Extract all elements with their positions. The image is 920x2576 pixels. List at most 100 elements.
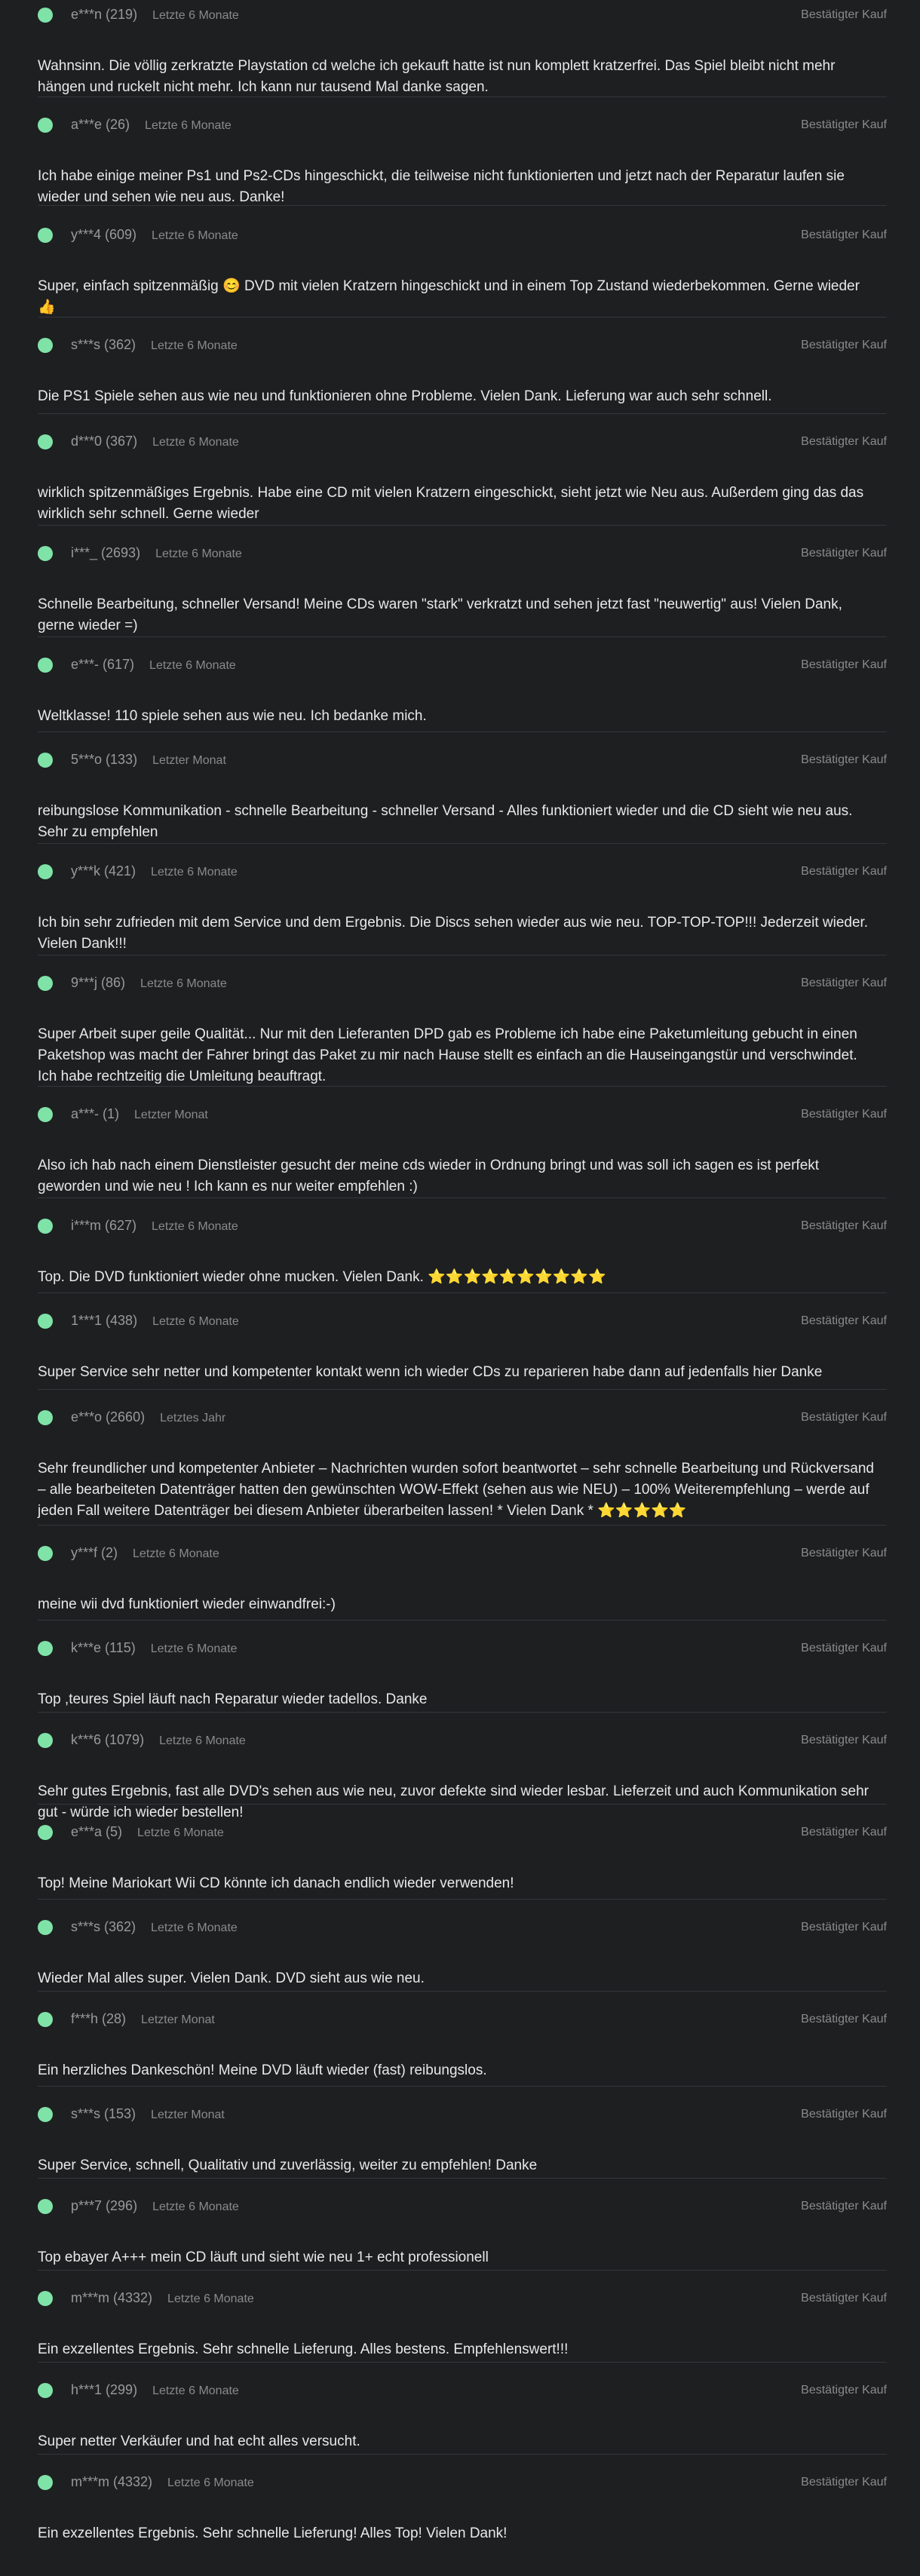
review-timeframe: Letzter Monat xyxy=(152,754,226,767)
verified-purchase-label: Bestätigter Kauf xyxy=(801,2013,887,2026)
review-timeframe: Letzte 6 Monate xyxy=(167,2292,254,2305)
review-header: a***e (26) Letzte 6 Monate Bestätigter Kau… xyxy=(38,112,887,139)
review-text: Top. Die DVD funktioniert wieder ohne mu… xyxy=(38,1269,606,1285)
reviewer-name[interactable]: e***n (219) Letzte 6 Monate xyxy=(71,7,239,23)
reviews-list: e***n (219) Letzte 6 Monate Bestätigter Ka… xyxy=(0,0,920,2576)
divider xyxy=(38,1525,887,1526)
verified-purchase-label: Bestätigter Kauf xyxy=(801,1314,887,1327)
divider xyxy=(38,2178,887,2179)
verified-purchase-label: Bestätigter Kauf xyxy=(801,865,887,878)
verified-purchase-label: Bestätigter Kauf xyxy=(801,2292,887,2305)
review-item: k***e (115) Letzte 6 Monate Bestätigter Ka… xyxy=(38,1635,887,1710)
review-timeframe: Letzte 6 Monate xyxy=(159,1734,246,1747)
review-timeframe: Letzte 6 Monate xyxy=(152,436,239,449)
divider xyxy=(38,2270,887,2271)
positive-rating-icon xyxy=(38,753,53,768)
positive-rating-icon xyxy=(38,1825,53,1840)
reviewer-name[interactable]: a***e (26) Letzte 6 Monate xyxy=(71,117,232,133)
review-header: 9***j (86) Letzte 6 Monate Bestätigter Kau… xyxy=(38,970,887,997)
review-header: y***k (421) Letzte 6 Monate Bestätigter Ka… xyxy=(38,858,887,885)
review-header: e***- (617) Letzte 6 Monate Bestätigter Ka… xyxy=(38,652,887,679)
review-text: Wahnsinn. Die völlig zerkratzte Playstat… xyxy=(38,58,836,95)
divider xyxy=(38,2086,887,2087)
review-text: Top! Meine Mariokart Wii CD könnte ich d… xyxy=(38,1875,514,1891)
review-timeframe: Letzter Monat xyxy=(134,1109,208,1121)
positive-rating-icon xyxy=(38,1641,53,1656)
reviewer-name[interactable]: s***s (362) Letzte 6 Monate xyxy=(71,337,238,353)
reviewer-name[interactable]: k***e (115) Letzte 6 Monate xyxy=(71,1640,237,1656)
reviewer-name[interactable]: e***a (5) Letzte 6 Monate xyxy=(71,1824,224,1840)
reviewer-name[interactable]: e***- (617) Letzte 6 Monate xyxy=(71,657,236,673)
review-timeframe: Letzte 6 Monate xyxy=(152,1315,239,1328)
review-item: m***m (4332) Letzte 6 Monate Bestätigter K… xyxy=(38,2285,887,2360)
reviewer-name[interactable]: e***o (2660) Letztes Jahr xyxy=(71,1409,225,1425)
review-text: Ein herzliches Dankeschön! Meine DVD läu… xyxy=(38,2062,487,2078)
positive-rating-icon xyxy=(38,2199,53,2214)
review-timeframe: Letzte 6 Monate xyxy=(137,1826,224,1839)
reviewer-name[interactable]: 1***1 (438) Letzte 6 Monate xyxy=(71,1313,239,1329)
verified-purchase-label: Bestätigter Kauf xyxy=(801,2200,887,2213)
verified-purchase-label: Bestätigter Kauf xyxy=(801,339,887,351)
review-text: Schnelle Bearbeitung, schneller Versand!… xyxy=(38,596,842,633)
verified-purchase-label: Bestätigter Kauf xyxy=(801,435,887,448)
review-text: Top ,teures Spiel läuft nach Reparatur w… xyxy=(38,1691,428,1707)
review-header: a***- (1) Letzter Monat Bestätigter Kauf xyxy=(38,1101,887,1128)
review-timeframe: Letzte 6 Monate xyxy=(152,2384,239,2397)
review-header: 5***o (133) Letzter Monat Bestätigter Kauf xyxy=(38,747,887,774)
reviewer-name[interactable]: y***k (421) Letzte 6 Monate xyxy=(71,863,238,879)
reviewer-name[interactable]: s***s (153) Letzter Monat xyxy=(71,2106,225,2122)
divider xyxy=(38,1086,887,1087)
reviewer-name[interactable]: y***4 (609) Letzte 6 Monate xyxy=(71,227,238,243)
review-timeframe: Letzte 6 Monate xyxy=(152,2200,239,2213)
reviewer-name[interactable]: y***f (2) Letzte 6 Monate xyxy=(71,1545,219,1561)
reviewer-name[interactable]: f***h (28) Letzter Monat xyxy=(71,2011,215,2027)
reviewer-name[interactable]: m***m (4332) Letzte 6 Monate xyxy=(71,2474,254,2490)
reviewer-name[interactable]: h***1 (299) Letzte 6 Monate xyxy=(71,2382,239,2398)
positive-rating-icon xyxy=(38,1410,53,1425)
divider xyxy=(38,2362,887,2363)
divider xyxy=(38,1712,887,1713)
review-timeframe: Letzte 6 Monate xyxy=(140,977,227,990)
review-header: s***s (362) Letzte 6 Monate Bestätigter Ka… xyxy=(38,332,887,359)
review-header: e***a (5) Letzte 6 Monate Bestätigter Kauf xyxy=(38,1819,887,1846)
verified-purchase-label: Bestätigter Kauf xyxy=(801,228,887,241)
review-text: Wieder Mal alles super. Vielen Dank. DVD… xyxy=(38,1970,425,1986)
review-text: Ich bin sehr zufrieden mit dem Service u… xyxy=(38,915,869,952)
positive-rating-icon xyxy=(38,338,53,353)
divider xyxy=(38,413,887,414)
verified-purchase-label: Bestätigter Kauf xyxy=(801,658,887,671)
verified-purchase-label: Bestätigter Kauf xyxy=(801,2108,887,2121)
verified-purchase-label: Bestätigter Kauf xyxy=(801,2384,887,2397)
reviewer-name[interactable]: k***6 (1079) Letzte 6 Monate xyxy=(71,1732,246,1748)
review-text: reibungslose Kommunikation - schnelle Be… xyxy=(38,803,853,840)
divider xyxy=(38,205,887,206)
review-timeframe: Letzte 6 Monate xyxy=(151,866,238,879)
review-timeframe: Letzte 6 Monate xyxy=(133,1547,219,1560)
reviewer-name[interactable]: m***m (4332) Letzte 6 Monate xyxy=(71,2290,254,2306)
reviewer-name[interactable]: s***s (362) Letzte 6 Monate xyxy=(71,1919,238,1935)
review-item: k***6 (1079) Letzte 6 Monate Bestätigter K… xyxy=(38,1727,887,1823)
reviewer-name[interactable]: 5***o (133) Letzter Monat xyxy=(71,752,226,768)
review-text: Ein exzellentes Ergebnis. Sehr schnelle … xyxy=(38,2341,569,2357)
reviewer-name[interactable]: d***0 (367) Letzte 6 Monate xyxy=(71,434,239,449)
review-header: y***4 (609) Letzte 6 Monate Bestätigter Ka… xyxy=(38,222,887,249)
review-header: m***m (4332) Letzte 6 Monate Bestätigter K… xyxy=(38,2469,887,2496)
review-text: Die PS1 Spiele sehen aus wie neu und fun… xyxy=(38,388,772,404)
reviewer-name[interactable]: a***- (1) Letzter Monat xyxy=(71,1106,208,1122)
positive-rating-icon xyxy=(38,228,53,243)
positive-rating-icon xyxy=(38,118,53,133)
reviewer-name[interactable]: 9***j (86) Letzte 6 Monate xyxy=(71,975,227,991)
positive-rating-icon xyxy=(38,1920,53,1935)
review-header: s***s (362) Letzte 6 Monate Bestätigter Ka… xyxy=(38,1914,887,1941)
review-item: h***1 (299) Letzte 6 Monate Bestätigter Ka… xyxy=(38,2377,887,2452)
review-text: Super Service, schnell, Qualitativ und z… xyxy=(38,2157,538,2173)
positive-rating-icon xyxy=(38,1546,53,1561)
review-item: e***- (617) Letzte 6 Monate Bestätigter Ka… xyxy=(38,652,887,727)
review-item: e***o (2660) Letztes Jahr Bestätigter Kauf… xyxy=(38,1404,887,1522)
positive-rating-icon xyxy=(38,8,53,23)
reviewer-name[interactable]: i***_ (2693) Letzte 6 Monate xyxy=(71,545,242,561)
reviewer-name[interactable]: p***7 (296) Letzte 6 Monate xyxy=(71,2198,239,2214)
verified-purchase-label: Bestätigter Kauf xyxy=(801,1921,887,1934)
verified-purchase-label: Bestätigter Kauf xyxy=(801,2476,887,2489)
reviewer-name[interactable]: i***m (627) Letzte 6 Monate xyxy=(71,1218,238,1234)
